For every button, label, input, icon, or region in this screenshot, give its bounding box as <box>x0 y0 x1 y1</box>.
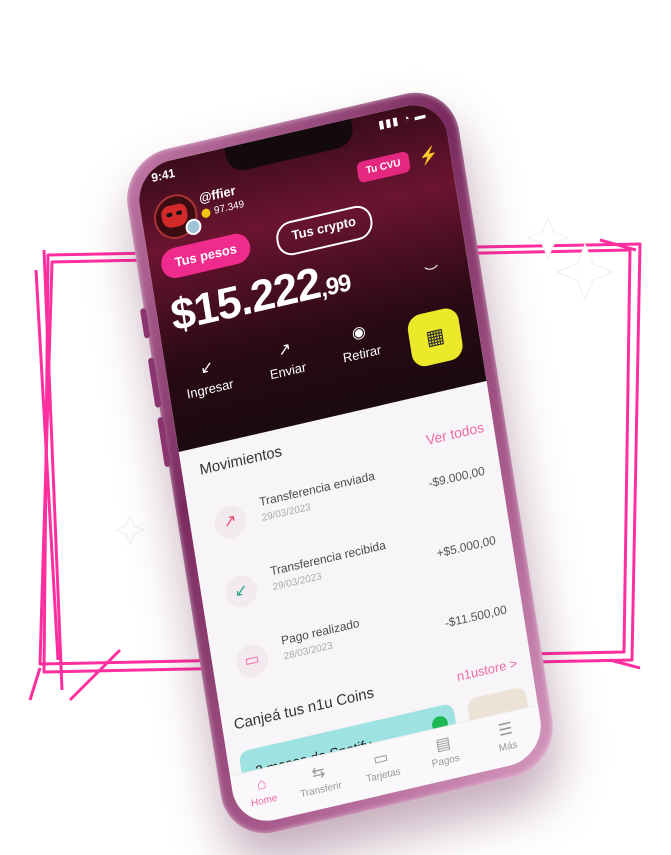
tab-crypto[interactable]: Tus crypto <box>273 202 375 259</box>
received-arrow-icon: ↙ <box>223 572 260 611</box>
nav-transferir[interactable]: ⇆ Transferir <box>288 756 352 802</box>
enviar-button[interactable]: ↗ Enviar <box>249 332 323 386</box>
balance-cents: ,99 <box>318 269 353 303</box>
qr-button[interactable]: ▦ <box>405 305 465 369</box>
nav-tarjetas[interactable]: ▭ Tarjetas <box>350 742 414 788</box>
movements-title: Movimientos <box>198 442 284 479</box>
movement-amount: -$9.000,00 <box>427 463 486 491</box>
nav-label: Más <box>498 739 519 755</box>
bolt-icon[interactable]: ⚡ <box>417 144 440 168</box>
retirar-button[interactable]: ◉ Retirar <box>323 315 397 369</box>
status-time: 9:41 <box>150 165 176 186</box>
retirar-label: Retirar <box>341 341 383 366</box>
avatar[interactable] <box>150 189 201 244</box>
movement-title: Transferencia enviada <box>258 468 376 510</box>
movement-amount: -$11.500,00 <box>443 602 508 631</box>
qr-icon: ▦ <box>424 324 447 351</box>
nav-pagos[interactable]: ▤ Pagos <box>412 727 476 773</box>
nav-home[interactable]: ⌂ Home <box>231 769 294 813</box>
nav-mas[interactable]: ☰ Más <box>475 713 539 759</box>
arrow-up-right-icon: ↗ <box>276 340 293 360</box>
enviar-label: Enviar <box>268 359 308 383</box>
coin-icon <box>200 207 212 219</box>
status-icons: ▮▮▮ ◔ ▬ <box>377 108 428 132</box>
hide-balance-icon[interactable]: ︶ <box>424 261 441 284</box>
wallet-header: 9:41 ▮▮▮ ◔ ▬ @ffier 97.349 Tu CVU ⚡ Tus … <box>133 97 487 453</box>
movement-amount: +$5.000,00 <box>435 533 497 561</box>
n1ustore-link[interactable]: n1ustore > <box>456 655 519 684</box>
cvu-button[interactable]: Tu CVU <box>355 150 412 184</box>
ingresar-button[interactable]: ↙ Ingresar <box>171 350 245 404</box>
sent-arrow-icon: ↗ <box>212 502 249 542</box>
cash-icon: ◉ <box>350 322 367 343</box>
card-icon: ▭ <box>234 641 271 681</box>
